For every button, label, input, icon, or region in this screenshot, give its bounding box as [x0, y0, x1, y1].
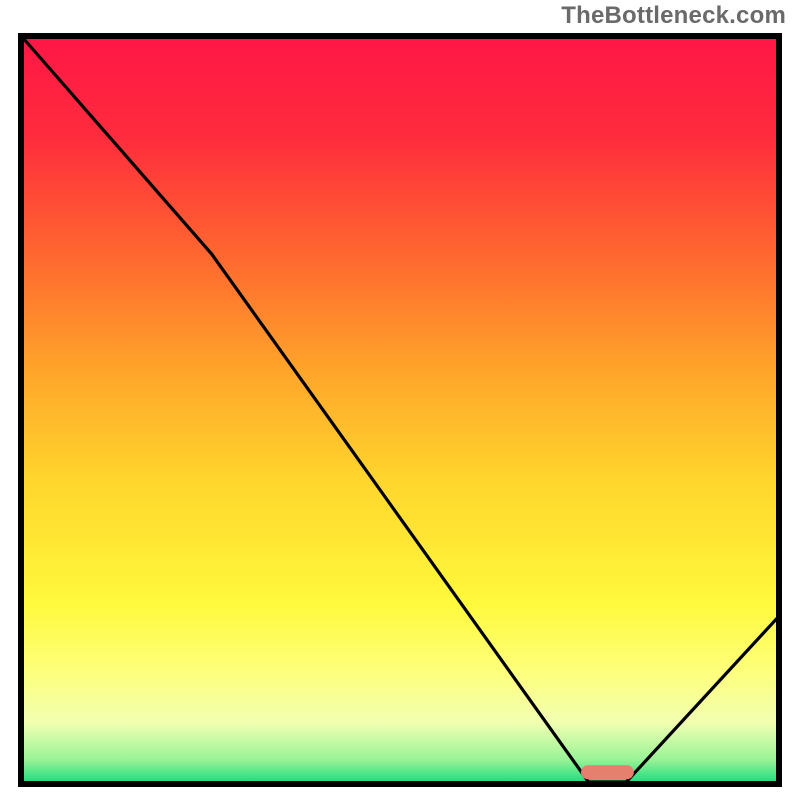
- bottleneck-chart: [15, 30, 785, 790]
- chart-container: TheBottleneck.com: [0, 0, 800, 800]
- plot-background: [23, 38, 777, 782]
- optimum-marker: [581, 765, 634, 779]
- watermark-text: TheBottleneck.com: [561, 2, 786, 30]
